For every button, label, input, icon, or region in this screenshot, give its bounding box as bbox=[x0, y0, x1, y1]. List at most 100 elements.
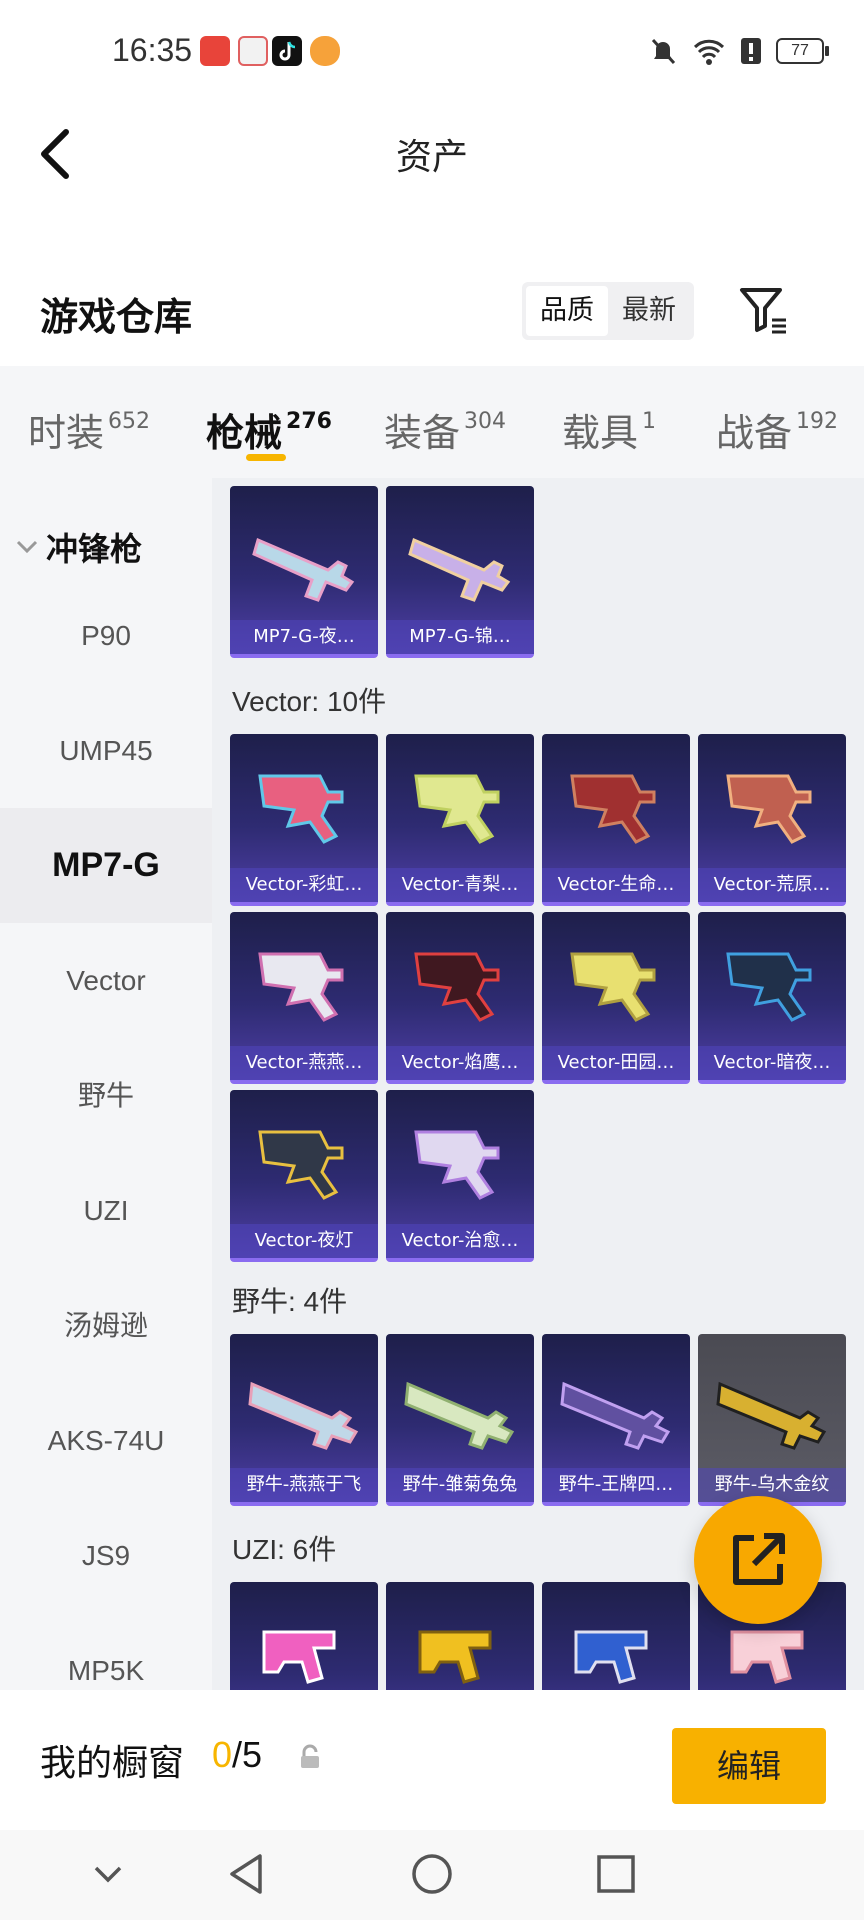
skin-card[interactable] bbox=[230, 1582, 378, 1690]
skin-card[interactable] bbox=[542, 1582, 690, 1690]
gun-image bbox=[404, 1381, 515, 1450]
skin-name: Vector-治愈… bbox=[386, 1224, 534, 1258]
skin-name: Vector-青梨… bbox=[386, 868, 534, 902]
gun-image bbox=[726, 952, 812, 1022]
skin-card[interactable]: Vector-彩虹… bbox=[230, 734, 378, 906]
sidebar-item-p90[interactable]: P90 bbox=[0, 578, 212, 693]
skin-card[interactable]: 野牛-王牌四… bbox=[542, 1334, 690, 1506]
nav-home-icon[interactable] bbox=[406, 1848, 458, 1900]
tab-count: 1 bbox=[642, 409, 657, 434]
sort-option-newest[interactable]: 最新 bbox=[608, 286, 690, 336]
tab-label: 载具 bbox=[562, 411, 639, 455]
skin-card[interactable] bbox=[386, 1582, 534, 1690]
gun-image bbox=[252, 537, 355, 602]
skin-name: Vector-暗夜… bbox=[698, 1046, 846, 1080]
showcase-label: 我的橱窗 bbox=[40, 1743, 185, 1784]
weapon-sidebar: 冲锋枪 P90 UMP45 MP7-G Vector 野牛 UZI 汤姆逊 AK… bbox=[0, 478, 212, 1690]
sidebar-item-bizon[interactable]: 野牛 bbox=[0, 1038, 212, 1153]
status-time: 16:35 bbox=[112, 32, 193, 68]
tab-fashion[interactable]: 时装 652 bbox=[28, 402, 150, 457]
skin-name: Vector-田园… bbox=[542, 1046, 690, 1080]
skin-name: 野牛-王牌四… bbox=[542, 1468, 690, 1502]
section-label-uzi: UZI: 6件 bbox=[232, 1534, 337, 1565]
tab-label: 时装 bbox=[28, 411, 105, 455]
skin-card[interactable]: Vector-生命… bbox=[542, 734, 690, 906]
skin-name: Vector-生命… bbox=[542, 868, 690, 902]
gun-image bbox=[726, 774, 812, 844]
section-label-bizon: 野牛: 4件 bbox=[232, 1286, 348, 1317]
skin-name: MP7-G-夜… bbox=[230, 620, 378, 654]
share-fab[interactable] bbox=[694, 1496, 822, 1624]
tab-vehicles[interactable]: 载具 1 bbox=[562, 402, 656, 457]
skin-card[interactable]: 野牛-乌木金纹 bbox=[698, 1334, 846, 1506]
edit-button[interactable]: 编辑 bbox=[672, 1728, 826, 1804]
sidebar-item-mp7g[interactable]: MP7-G bbox=[0, 808, 212, 923]
sort-toggle: 品质 最新 bbox=[522, 282, 694, 340]
sidebar-item-uzi[interactable]: UZI bbox=[0, 1153, 212, 1268]
gun-image bbox=[408, 537, 511, 602]
gun-image bbox=[248, 1381, 359, 1450]
skin-name: Vector-彩虹… bbox=[230, 868, 378, 902]
gun-image bbox=[414, 1130, 500, 1200]
skin-name: Vector-焰鹰… bbox=[386, 1046, 534, 1080]
showcase-current: 0 bbox=[212, 1734, 233, 1775]
tab-label: 战备 bbox=[716, 411, 793, 455]
sidebar-group-label: 冲锋枪 bbox=[46, 530, 143, 568]
showcase-count: 0/5 bbox=[212, 1734, 262, 1776]
tab-count: 652 bbox=[108, 409, 151, 434]
alert-icon bbox=[741, 38, 761, 64]
gun-image bbox=[262, 1630, 336, 1684]
wifi-icon bbox=[693, 39, 725, 65]
active-tab-indicator bbox=[246, 454, 286, 461]
gun-image bbox=[560, 1381, 671, 1450]
status-bar: 16:35 77 bbox=[0, 0, 864, 104]
gun-image bbox=[574, 1630, 648, 1684]
sidebar-item-ump45[interactable]: UMP45 bbox=[0, 693, 212, 808]
sidebar-group-smg[interactable]: 冲锋枪 bbox=[16, 524, 142, 570]
tab-label: 枪械 bbox=[206, 411, 283, 455]
huawei-store-icon bbox=[200, 36, 230, 66]
skin-card[interactable]: Vector-暗夜… bbox=[698, 912, 846, 1084]
skin-name: 野牛-燕燕于飞 bbox=[230, 1468, 378, 1502]
sidebar-item-vector[interactable]: Vector bbox=[0, 923, 212, 1038]
gun-image bbox=[414, 952, 500, 1022]
sidebar-item-mp5k[interactable]: MP5K bbox=[0, 1613, 212, 1690]
skin-card[interactable]: Vector-青梨… bbox=[386, 734, 534, 906]
tab-tactical[interactable]: 战备 192 bbox=[716, 402, 838, 457]
warehouse-title: 游戏仓库 bbox=[40, 295, 193, 339]
chevron-down-icon bbox=[16, 540, 38, 554]
tab-firearms[interactable]: 枪械 276 bbox=[206, 402, 332, 457]
lock-icon bbox=[301, 1744, 319, 1768]
skin-card[interactable]: 野牛-燕燕于飞 bbox=[230, 1334, 378, 1506]
cat-app-icon bbox=[310, 36, 340, 66]
sidebar-item-js9[interactable]: JS9 bbox=[0, 1498, 212, 1613]
skin-card[interactable]: Vector-田园… bbox=[542, 912, 690, 1084]
sort-option-quality[interactable]: 品质 bbox=[526, 286, 608, 336]
sidebar-item-thompson[interactable]: 汤姆逊 bbox=[0, 1268, 212, 1383]
skin-card[interactable]: MP7-G-夜… bbox=[230, 486, 378, 658]
skin-card[interactable]: Vector-治愈… bbox=[386, 1090, 534, 1262]
gun-image bbox=[570, 774, 656, 844]
filter-icon[interactable] bbox=[738, 284, 790, 336]
page-title: 资产 bbox=[395, 137, 468, 178]
tab-count: 276 bbox=[286, 409, 332, 434]
tab-equipment[interactable]: 装备 304 bbox=[384, 402, 506, 457]
share-icon bbox=[733, 1533, 785, 1585]
system-nav-bar bbox=[0, 1830, 864, 1920]
nav-back-icon[interactable] bbox=[222, 1848, 274, 1900]
nav-recents-icon[interactable] bbox=[590, 1848, 642, 1900]
showcase-total: /5 bbox=[232, 1734, 263, 1775]
app-box-icon bbox=[238, 36, 268, 66]
skin-card[interactable]: Vector-燕燕… bbox=[230, 912, 378, 1084]
skin-card[interactable]: MP7-G-锦… bbox=[386, 486, 534, 658]
skin-card[interactable]: Vector-荒原… bbox=[698, 734, 846, 906]
battery-indicator: 77 bbox=[776, 38, 829, 64]
sidebar-item-aks74u[interactable]: AKS-74U bbox=[0, 1383, 212, 1498]
skin-card[interactable]: Vector-焰鹰… bbox=[386, 912, 534, 1084]
gun-image bbox=[418, 1630, 492, 1684]
skin-card[interactable]: Vector-夜灯 bbox=[230, 1090, 378, 1262]
gun-image bbox=[258, 774, 344, 844]
nav-collapse-icon[interactable] bbox=[82, 1848, 134, 1900]
skin-card[interactable]: 野牛-雏菊兔兔 bbox=[386, 1334, 534, 1506]
gun-image bbox=[258, 952, 344, 1022]
